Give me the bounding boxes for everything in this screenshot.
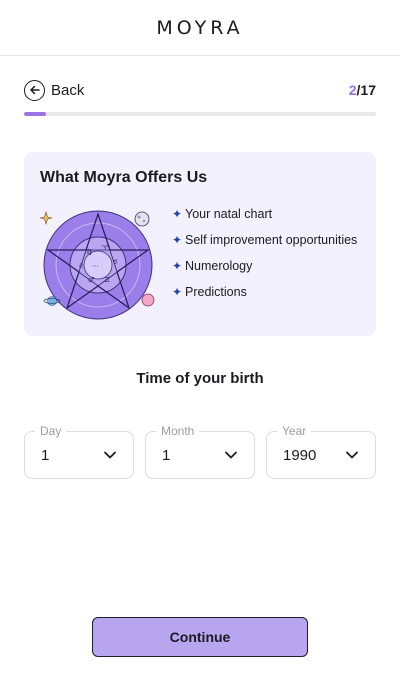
svg-text:♈: ♈ bbox=[102, 244, 109, 252]
offers-list-item: ✦ Numerology bbox=[172, 257, 372, 275]
top-navigation: Back 2/17 bbox=[24, 78, 376, 102]
day-select[interactable]: Day 1 bbox=[24, 424, 134, 479]
svg-text:⋯: ⋯ bbox=[92, 262, 99, 270]
plus-star-icon: ✦ bbox=[172, 207, 183, 221]
month-value: 1 bbox=[162, 447, 171, 464]
offers-card: What Moyra Offers Us ♍ ♈ ♌ ♉ ♂ ♊ ⋯ ✦ Your… bbox=[24, 152, 376, 336]
app-header: MOYRA bbox=[0, 0, 400, 56]
offers-list-label: Numerology bbox=[185, 259, 253, 273]
offers-list-label: Self improvement opportunities bbox=[185, 233, 358, 247]
back-label: Back bbox=[51, 81, 85, 99]
svg-text:♍: ♍ bbox=[86, 248, 93, 256]
svg-text:♊: ♊ bbox=[104, 276, 110, 284]
svg-text:♉: ♉ bbox=[112, 258, 118, 266]
progress-bar-fill bbox=[24, 112, 46, 116]
chevron-down-icon bbox=[104, 451, 116, 459]
offers-title: What Moyra Offers Us bbox=[40, 169, 208, 186]
step-total: /17 bbox=[356, 82, 376, 98]
app-logo: MOYRA bbox=[156, 16, 244, 39]
year-value: 1990 bbox=[283, 447, 317, 464]
astrology-wheel-icon: ♍ ♈ ♌ ♉ ♂ ♊ ⋯ bbox=[39, 210, 155, 320]
birth-time-title: Time of your birth bbox=[136, 370, 264, 387]
plus-star-icon: ✦ bbox=[172, 285, 183, 299]
svg-text:♂: ♂ bbox=[88, 276, 94, 284]
chevron-down-icon bbox=[346, 451, 358, 459]
back-button[interactable]: Back bbox=[24, 79, 85, 101]
plus-star-icon: ✦ bbox=[172, 233, 183, 247]
chevron-down-icon bbox=[225, 451, 237, 459]
step-counter: 2/17 bbox=[349, 82, 376, 98]
offers-list-item: ✦ Self improvement opportunities bbox=[172, 231, 372, 249]
offers-list: ✦ Your natal chart ✦ Self improvement oppor… bbox=[172, 205, 372, 309]
month-select[interactable]: Month 1 bbox=[145, 424, 255, 479]
day-value: 1 bbox=[41, 447, 50, 464]
offers-list-label: Your natal chart bbox=[185, 207, 273, 221]
progress-bar bbox=[24, 112, 376, 116]
continue-button[interactable]: Continue bbox=[92, 617, 308, 657]
month-label: Month bbox=[156, 424, 200, 438]
svg-text:♌: ♌ bbox=[78, 262, 84, 270]
back-arrow-icon bbox=[24, 79, 45, 101]
offers-list-item: ✦ Your natal chart bbox=[172, 205, 372, 223]
year-select[interactable]: Year 1990 bbox=[266, 424, 376, 479]
offers-list-item: ✦ Predictions bbox=[172, 283, 372, 301]
year-label: Year bbox=[277, 424, 312, 438]
day-label: Day bbox=[35, 424, 67, 438]
plus-star-icon: ✦ bbox=[172, 259, 183, 273]
step-current: 2 bbox=[348, 82, 357, 98]
offers-list-label: Predictions bbox=[185, 285, 247, 299]
